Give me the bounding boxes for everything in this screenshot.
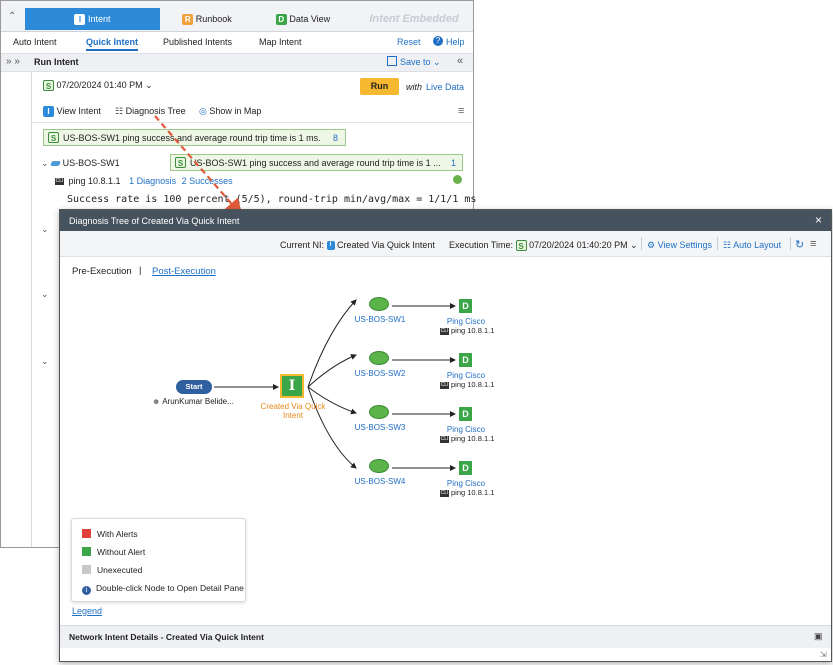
legend-hint: i Double-click Node to Open Detail Pane <box>82 583 244 595</box>
ping-cisco-3: Ping Cisco <box>446 425 486 434</box>
footer-title: Network Intent Details - Created Via Qui… <box>69 632 264 642</box>
device-label-sw2: US-BOS-SW2 <box>354 369 406 378</box>
ping-cmd-4: CLI ping 10.8.1.1 <box>440 488 495 497</box>
ping-cisco-2: Ping Cisco <box>446 371 486 380</box>
start-node[interactable]: Start <box>176 380 212 394</box>
cli-icon: CLI <box>440 381 449 389</box>
ping-cisco-4: Ping Cisco <box>446 479 486 488</box>
d-node-4[interactable]: D <box>459 461 472 475</box>
device-node-sw2[interactable] <box>369 351 389 365</box>
user-icon: ☻ <box>152 397 161 406</box>
device-node-sw4[interactable] <box>369 459 389 473</box>
expand-icon[interactable]: ▣ <box>814 631 823 642</box>
cli-icon: CLI <box>440 489 449 497</box>
device-label-sw3: US-BOS-SW3 <box>354 423 406 432</box>
ping-cisco-1: Ping Cisco <box>446 317 486 326</box>
device-node-sw1[interactable] <box>369 297 389 311</box>
info-icon: i <box>82 586 91 595</box>
d-node-1[interactable]: D <box>459 299 472 313</box>
ping-cmd-1: CLI ping 10.8.1.1 <box>440 326 495 335</box>
legend-link[interactable]: Legend <box>72 606 102 616</box>
legend-with-alerts: With Alerts <box>82 529 138 539</box>
edge-intent-sw4 <box>307 386 357 469</box>
d-node-2[interactable]: D <box>459 353 472 367</box>
ping-cmd-3: CLI ping 10.8.1.1 <box>440 434 495 443</box>
cli-icon: CLI <box>440 435 449 443</box>
resize-handle-icon[interactable]: ⇲ <box>820 650 827 659</box>
edge-intent-sw1 <box>307 299 357 388</box>
d-node-3[interactable]: D <box>459 407 472 421</box>
user-label: ☻ ArunKumar Belide... <box>152 397 234 406</box>
intent-node[interactable]: I <box>280 374 304 398</box>
edge-intent-sw2 <box>307 354 357 388</box>
device-label-sw4: US-BOS-SW4 <box>354 477 406 486</box>
legend-unexecuted: Unexecuted <box>82 565 142 575</box>
legend-panel: With Alerts Without Alert Unexecuted i Do… <box>71 518 246 602</box>
legend-without-alert: Without Alert <box>82 547 145 557</box>
cli-icon: CLI <box>440 327 449 335</box>
device-label-sw1: US-BOS-SW1 <box>354 315 406 324</box>
ping-cmd-2: CLI ping 10.8.1.1 <box>440 380 495 389</box>
device-node-sw3[interactable] <box>369 405 389 419</box>
intent-node-label: Created Via Quick Intent <box>260 402 326 420</box>
diagnosis-tree-dialog: Diagnosis Tree of Created Via Quick Inte… <box>59 209 832 662</box>
